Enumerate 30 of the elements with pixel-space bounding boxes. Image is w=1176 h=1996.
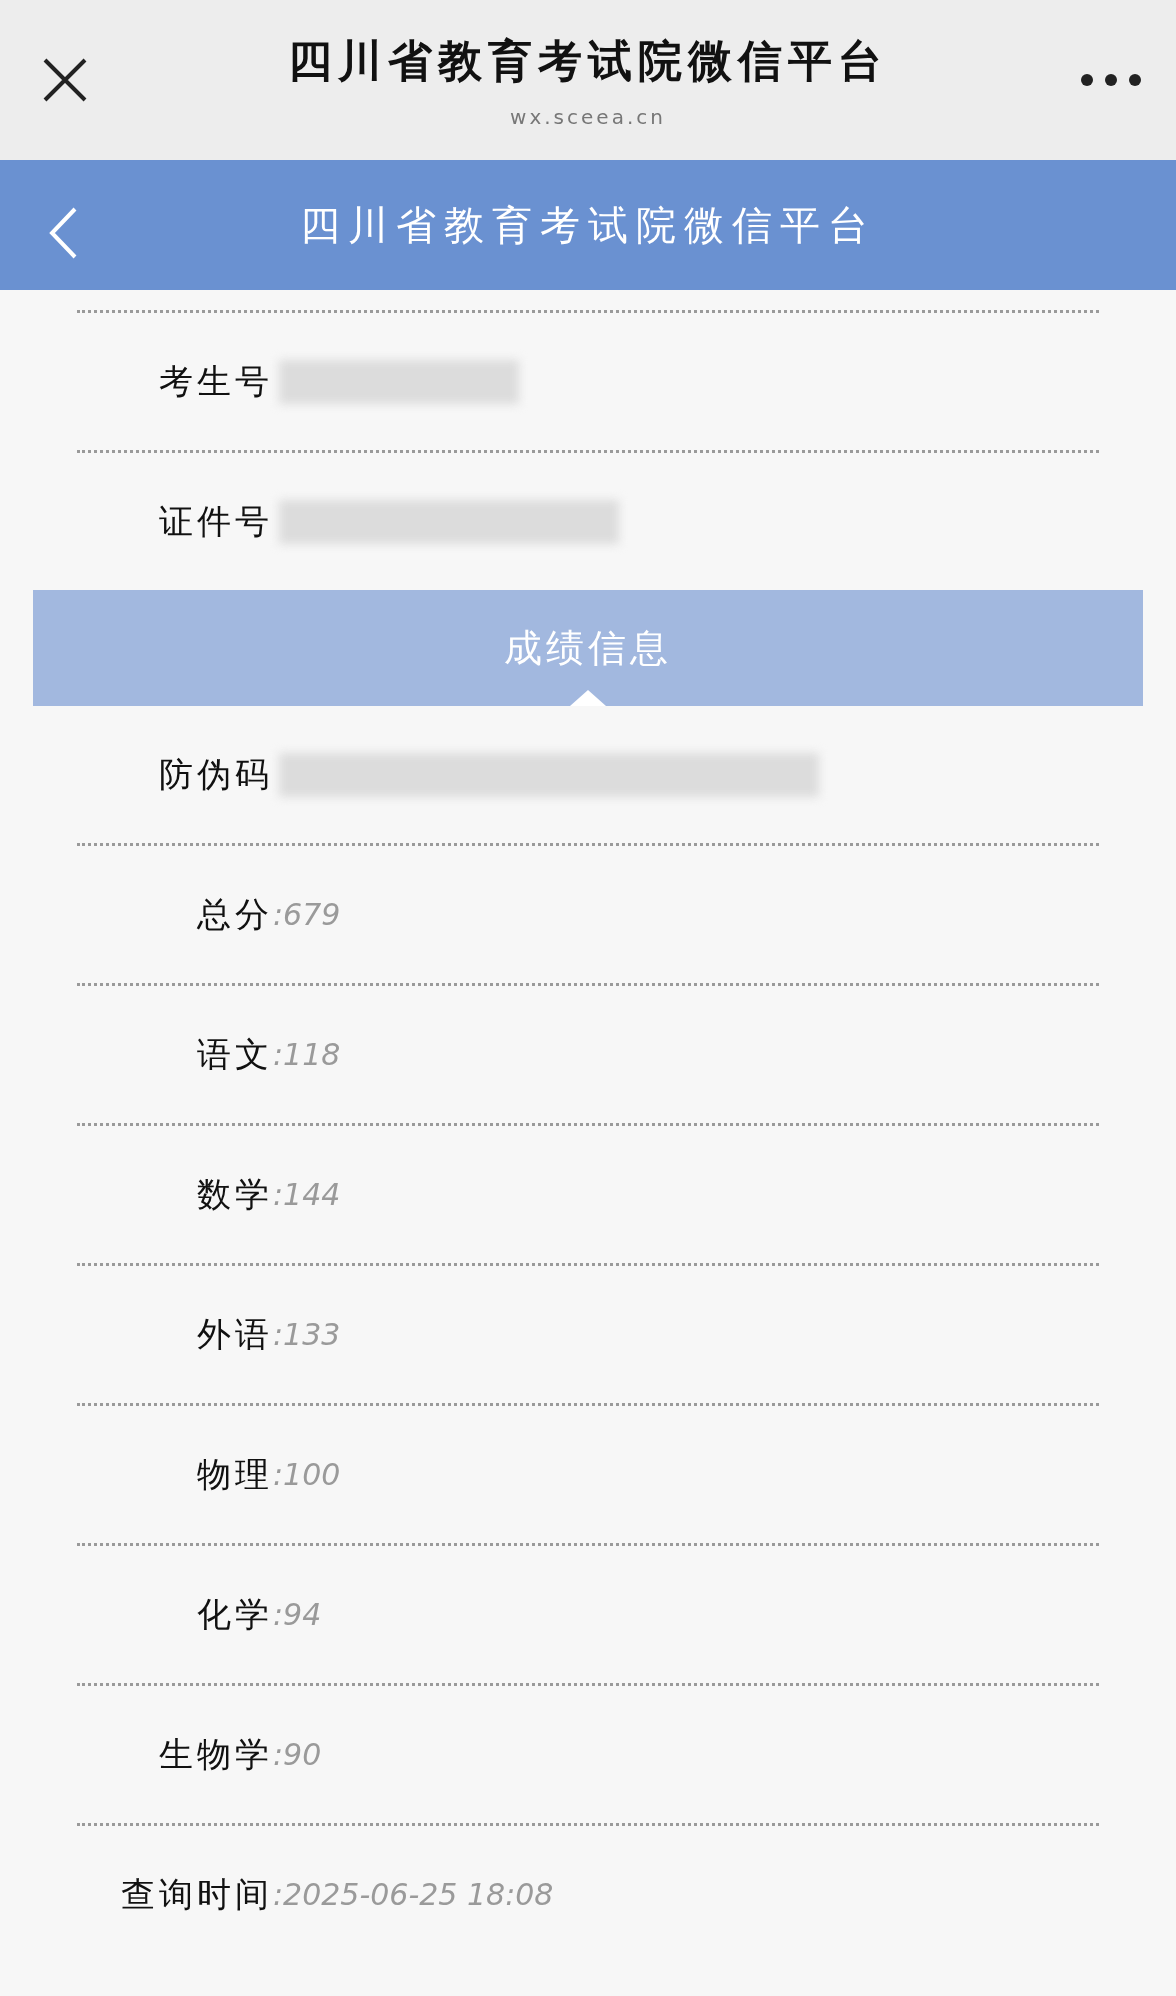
back-button[interactable] xyxy=(48,206,78,260)
field-value: :679 xyxy=(273,897,341,932)
field-label: 数学 xyxy=(196,1172,273,1216)
field-label: 外语 xyxy=(196,1312,273,1356)
field-label: 防伪码 xyxy=(158,752,273,796)
field-value: :100 xyxy=(273,1457,341,1492)
more-button[interactable] xyxy=(1080,73,1142,87)
header-title: 四川省教育考试院微信平台 xyxy=(300,200,876,250)
close-icon xyxy=(41,56,89,104)
pointer-icon xyxy=(570,690,606,706)
field-value: :118 xyxy=(273,1037,341,1072)
field-label: 语文 xyxy=(196,1032,273,1076)
field-value: :133 xyxy=(273,1317,341,1352)
field-label: 证件号 xyxy=(158,499,273,543)
section-title: 成绩信息 xyxy=(504,624,672,672)
page-url: wx.sceea.cn xyxy=(510,104,666,129)
field-label: 查询时间 xyxy=(120,1872,273,1916)
page-title: 四川省教育考试院微信平台 xyxy=(288,33,888,88)
field-value: :144 xyxy=(273,1177,341,1212)
close-button[interactable] xyxy=(41,56,89,104)
back-icon xyxy=(48,206,78,260)
field-label: 生物学 xyxy=(158,1732,273,1776)
field-value: :90 xyxy=(273,1737,322,1772)
field-label: 物理 xyxy=(196,1452,273,1496)
more-icon xyxy=(1080,73,1142,87)
field-value: :2025-06-25 18:08 xyxy=(273,1877,554,1912)
field-label: 总分 xyxy=(196,892,273,936)
field-label: 化学 xyxy=(196,1592,273,1636)
field-label: 考生号 xyxy=(158,359,273,403)
field-value: :94 xyxy=(273,1597,322,1632)
